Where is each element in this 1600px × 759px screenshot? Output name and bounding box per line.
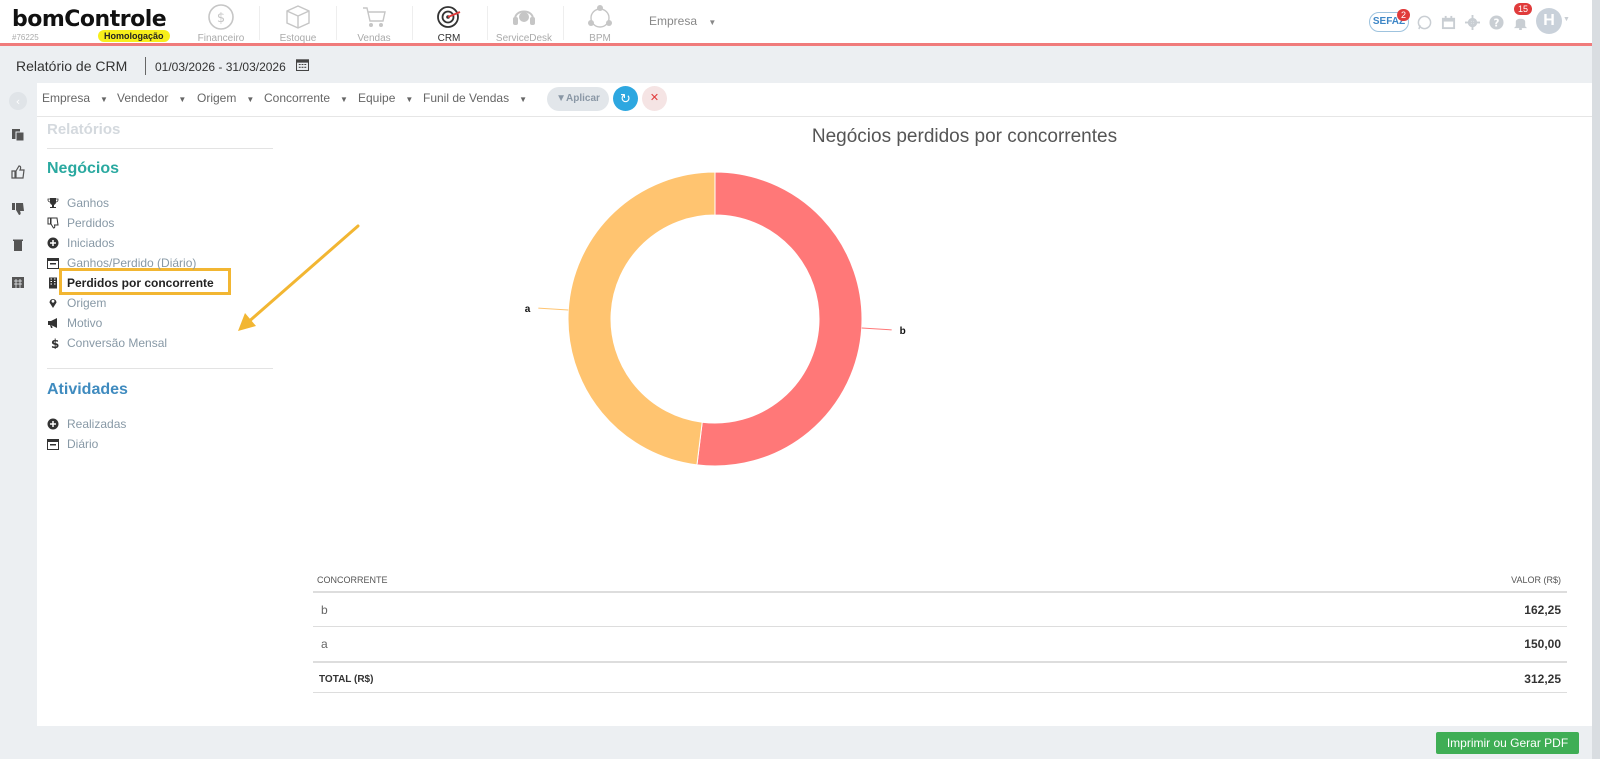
nav-module-label: BPM [589, 33, 611, 44]
column-header-valor: VALOR (R$) [1511, 575, 1561, 585]
print-pdf-label: Imprimir ou Gerar PDF [1446, 736, 1569, 750]
nav-module-label: Estoque [279, 33, 317, 44]
nav-module-label: Financeiro [197, 33, 245, 44]
account-id: #76225 [12, 33, 39, 42]
bell-icon[interactable] [1513, 15, 1528, 30]
table-header: CONCORRENTE VALOR (R$) [313, 569, 1567, 593]
cell-valor: 150,00 [1524, 637, 1561, 651]
thumbs-up-icon[interactable] [11, 165, 25, 179]
bpm-cycle-icon [588, 5, 612, 28]
total-label: TOTAL (R$) [319, 674, 374, 685]
whatsapp-icon[interactable] [1417, 15, 1432, 30]
dollar-circle-icon: $ [208, 4, 234, 30]
svg-text:‹: ‹ [16, 95, 20, 108]
documents-icon[interactable] [11, 128, 25, 142]
empresa-dropdown[interactable]: Empresa ▼ [649, 14, 716, 28]
nav-module-label: Vendas [357, 33, 391, 44]
environment-badge: Homologação [98, 30, 170, 42]
competitor-table: CONCORRENTE VALOR (R$) b 162,25 a 150,00… [313, 569, 1567, 693]
label-leader-line [861, 327, 892, 331]
calendar-icon[interactable] [11, 275, 25, 289]
logo[interactable]: bomControle #76225 Homologação [12, 7, 170, 42]
nav-module-label: ServiceDesk [495, 33, 553, 44]
table-row: b 162,25 [313, 593, 1567, 627]
print-pdf-button[interactable]: Imprimir ou Gerar PDF [1436, 732, 1579, 754]
svg-text:?: ? [1494, 17, 1500, 29]
page-scrollbar[interactable] [1592, 0, 1600, 759]
top-navbar: bomControle #76225 Homologação $ Finance… [0, 0, 1592, 46]
nav-divider [336, 6, 337, 40]
nav-divider [412, 6, 413, 40]
svg-text:$: $ [217, 11, 225, 26]
thumbs-down-icon[interactable] [11, 202, 25, 216]
chevron-down-icon: ▼ [708, 18, 717, 27]
headset-icon [513, 10, 535, 25]
sefaz-count-badge: 2 [1397, 9, 1411, 21]
collapse-icon[interactable]: ‹ [8, 91, 28, 111]
box-icon [286, 5, 310, 29]
top-right-tools: SEFAZ 2 ? 15 H ▼ [1364, 3, 1584, 38]
trash-icon[interactable] [11, 238, 25, 252]
page-title: Relatório de CRM [16, 58, 128, 74]
date-range[interactable]: 01/03/2026 - 31/03/2026 [155, 60, 286, 74]
calendar-icon[interactable] [1441, 15, 1456, 30]
slice-label: b [900, 326, 906, 337]
crm-target-icon [437, 6, 461, 28]
nav-module-estoque[interactable]: Estoque [263, 3, 333, 44]
left-rail: ‹ [0, 83, 36, 713]
donut-chart: ba [525, 171, 906, 467]
avatar-letter: H [1543, 12, 1555, 29]
nav-module-label: CRM [437, 33, 461, 44]
column-header-concorrente: CONCORRENTE [317, 575, 388, 585]
main-content: Empresa ▼ Vendedor ▼ Origem ▼ Concorrente ▼ … [37, 83, 1592, 726]
help-icon[interactable]: ? [1489, 15, 1504, 30]
calendar-icon[interactable] [296, 58, 309, 71]
table-row: a 150,00 [313, 627, 1567, 661]
cell-valor: 162,25 [1524, 603, 1561, 617]
nav-divider [487, 6, 488, 40]
total-value: 312,25 [1524, 672, 1561, 686]
table-total-row: TOTAL (R$) 312,25 [313, 661, 1567, 693]
nav-divider [563, 6, 564, 40]
nav-divider [259, 6, 260, 40]
cell-concorrente: a [321, 637, 328, 651]
nav-module-vendas[interactable]: Vendas [339, 3, 409, 44]
label-leader-line [538, 307, 569, 311]
cart-icon [363, 7, 386, 27]
gear-icon[interactable] [1465, 15, 1480, 30]
nav-module-financeiro[interactable]: $ Financeiro [186, 3, 256, 44]
chevron-down-icon[interactable]: ▼ [1563, 16, 1570, 23]
nav-module-crm[interactable]: CRM [414, 3, 484, 44]
slice-label: a [525, 304, 531, 315]
donut-slice-a[interactable] [567, 171, 716, 466]
avatar[interactable]: H [1536, 8, 1562, 34]
empresa-dropdown-label: Empresa [649, 14, 698, 28]
notification-count-badge: 15 [1514, 3, 1533, 15]
page-header: Relatório de CRM 01/03/2026 - 31/03/2026 [0, 49, 1592, 83]
nav-module-bpm[interactable]: BPM [565, 3, 635, 44]
nav-module-servicedesk[interactable]: ServiceDesk [489, 3, 559, 44]
donut-slice-b[interactable] [696, 171, 863, 467]
header-divider [145, 57, 146, 75]
logo-text: bomControle [12, 7, 167, 32]
cell-concorrente: b [321, 603, 328, 617]
